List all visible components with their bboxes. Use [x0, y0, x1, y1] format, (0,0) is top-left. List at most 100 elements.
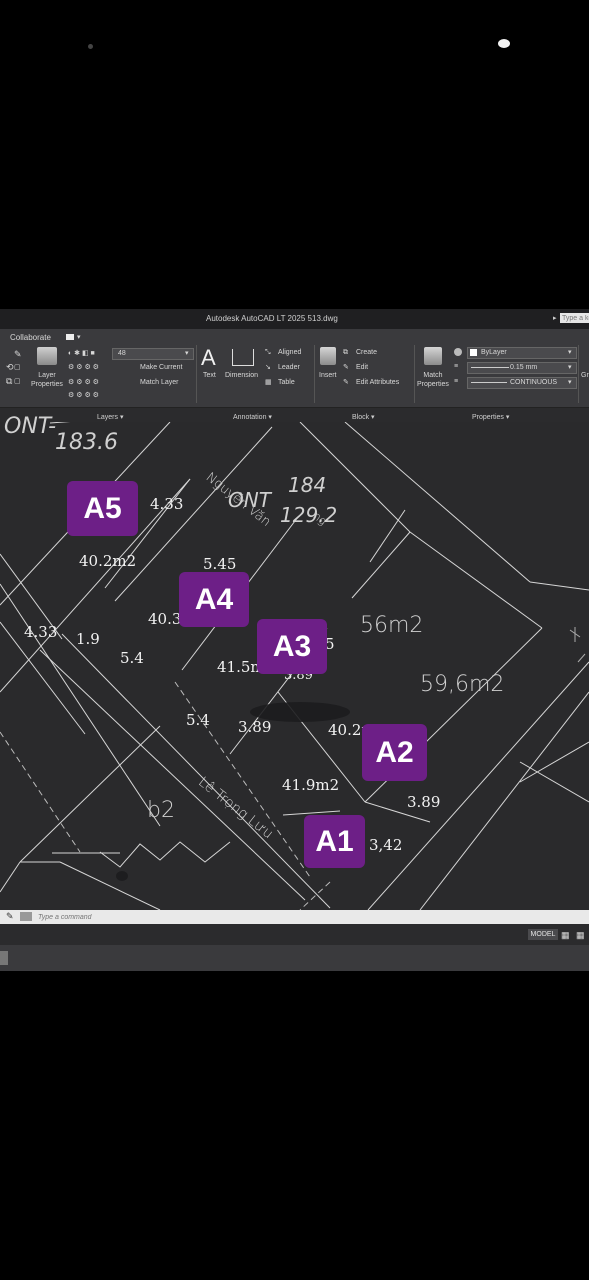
match-properties-button[interactable]: Match Properties — [417, 371, 449, 389]
layers-panel-title[interactable]: Layers ▾ — [97, 413, 123, 421]
grid-icon[interactable]: ▦ — [561, 930, 570, 941]
window-title: Autodesk AutoCAD LT 2025 513.dwg — [206, 314, 338, 323]
aligned-button[interactable]: Aligned — [278, 348, 301, 357]
layer-dropdown[interactable]: 48 ▾ — [112, 348, 194, 360]
lot-tag-a1[interactable]: A1 — [304, 815, 365, 868]
layer-properties-button[interactable]: Layer Properties — [31, 371, 63, 389]
command-input[interactable] — [36, 912, 585, 923]
search-arrow-icon[interactable]: ▸ — [553, 314, 557, 322]
layer-dropdown-value: 48 — [118, 350, 126, 357]
ribbon: Collaborate ▾ ✎ ⟲ ⧉ ▢ ▢ Layer Properties… — [0, 329, 589, 421]
pencil-icon[interactable]: ✎ — [14, 350, 22, 359]
status-dot-left — [88, 44, 93, 49]
number-184-text: 184 — [288, 473, 327, 497]
dimension-label: 3.89 — [238, 718, 272, 736]
chevron-down-icon: ▾ — [568, 379, 572, 386]
dimension-label: 5.45 — [203, 555, 237, 573]
dimension-label: 5.4 — [186, 711, 210, 729]
area-183-text: 183.6 — [55, 430, 118, 455]
dimension-button[interactable]: Dimension — [225, 371, 258, 380]
move-icon[interactable]: ▢ — [14, 363, 21, 372]
wrench-icon[interactable]: ✎ — [6, 911, 14, 922]
status-dot-right — [498, 39, 510, 48]
drawing-canvas[interactable]: ONT- 183.6 ONT 184 129.2 Nguyễn Văn ng 5… — [0, 414, 589, 910]
groups-panel-cut[interactable]: Gr — [581, 371, 589, 380]
aligned-icon[interactable]: ⤡ — [265, 348, 271, 357]
linetype-dropdown[interactable]: CONTINUOUS ▾ — [467, 377, 577, 389]
color-swatch — [470, 349, 477, 356]
layout-tab-bar — [0, 945, 589, 971]
dimension-label: 5.4 — [120, 649, 144, 667]
dimension-label: 4.33 — [24, 623, 58, 641]
scale-icon[interactable]: ▢ — [14, 377, 21, 386]
properties-panel-title[interactable]: Properties ▾ — [472, 413, 509, 421]
match-layer-button[interactable]: Match Layer — [140, 378, 179, 387]
block-panel-title[interactable]: Block ▾ — [352, 413, 375, 421]
leader-icon[interactable]: ↘ — [265, 363, 271, 372]
match-properties-icon[interactable] — [424, 347, 442, 365]
dimension-label: 41.9m2 — [282, 776, 340, 794]
color-icon — [454, 348, 462, 356]
rotate-icon[interactable]: ⟲ — [6, 363, 14, 372]
leader-button[interactable]: Leader — [278, 363, 300, 372]
lineweight-icon: ≡ — [454, 363, 459, 370]
make-current-button[interactable]: Make Current — [140, 363, 182, 372]
lineweight-dropdown[interactable]: 0.15 mm ▾ — [467, 362, 577, 374]
dimension-label: 4.33 — [150, 495, 184, 513]
insert-icon[interactable] — [320, 347, 336, 365]
area-59-text: 59,6m2 — [420, 672, 505, 697]
chevron-down-icon[interactable]: ▾ — [77, 333, 81, 342]
text-button[interactable]: Text — [203, 371, 216, 380]
autocad-window: Autodesk AutoCAD LT 2025 513.dwg ▸ Colla… — [0, 309, 589, 971]
camera-icon[interactable] — [66, 334, 74, 340]
layer-state-icons[interactable]: ◐ ✱ ◧ ■ — [68, 349, 95, 358]
copy-icon[interactable]: ⧉ — [6, 377, 12, 386]
create-button[interactable]: Create — [356, 348, 377, 357]
dimension-label: 3,42 — [369, 836, 403, 854]
create-icon[interactable]: ⧉ — [343, 348, 348, 357]
linetype-icon: ≡ — [454, 378, 459, 385]
edit-button[interactable]: Edit — [356, 363, 368, 372]
chevron-down-icon: ▾ — [185, 350, 189, 357]
insert-button[interactable]: Insert — [319, 371, 337, 380]
lot-tag-a5[interactable]: A5 — [67, 481, 138, 536]
divider — [314, 345, 315, 403]
divider — [196, 345, 197, 403]
lineweight-line — [471, 367, 509, 368]
table-button[interactable]: Table — [278, 378, 295, 387]
layer-properties-icon[interactable] — [37, 347, 57, 365]
chevron-down-icon: ▾ — [568, 364, 572, 371]
chevron-down-icon: ▾ — [568, 349, 572, 356]
command-dropdown-icon[interactable] — [20, 912, 32, 921]
tab-collaborate[interactable]: Collaborate — [10, 333, 51, 342]
layer-tool-icons-row3[interactable]: ⚙ ⚙ ⚙ ⚙ — [68, 391, 99, 400]
layout-tab-icon[interactable] — [0, 951, 8, 965]
divider — [578, 345, 579, 403]
dimension-icon[interactable] — [232, 349, 254, 366]
search-input[interactable] — [560, 313, 589, 323]
table-icon[interactable]: ▦ — [265, 378, 272, 387]
layer-tool-icons-row2[interactable]: ⚙ ⚙ ⚙ ⚙ — [68, 378, 99, 387]
dimension-label: 40.3 — [148, 610, 182, 628]
lot-tag-a4[interactable]: A4 — [179, 572, 249, 627]
linetype-line — [471, 382, 507, 383]
lot-tag-a2[interactable]: A2 — [362, 724, 427, 781]
lot-tag-a3[interactable]: A3 — [257, 619, 327, 674]
command-line: ✎ — [0, 910, 589, 924]
dimension-label: 40.2m2 — [79, 552, 137, 570]
dimension-label: 3.89 — [407, 793, 441, 811]
annotation-panel-title[interactable]: Annotation ▾ — [233, 413, 272, 421]
area-56-text: 56m2 — [360, 613, 424, 638]
lot-b2-text: b2 — [147, 798, 175, 823]
dimension-label: 1.9 — [76, 630, 100, 648]
color-dropdown[interactable]: ByLayer ▾ — [467, 347, 577, 359]
area-129-text: 129.2 — [280, 503, 338, 527]
layer-tool-icons-row1[interactable]: ⚙ ⚙ ⚙ ⚙ — [68, 363, 99, 372]
model-space-button[interactable]: MODEL — [528, 929, 558, 940]
text-icon[interactable]: A — [201, 345, 216, 371]
edit-attributes-button[interactable]: Edit Attributes — [356, 378, 399, 387]
edit-icon[interactable]: ✎ — [343, 363, 349, 372]
color-dropdown-value: ByLayer — [481, 349, 507, 356]
edit-attributes-icon[interactable]: ✎ — [343, 378, 349, 387]
snap-icon[interactable]: ▦ — [576, 930, 585, 941]
